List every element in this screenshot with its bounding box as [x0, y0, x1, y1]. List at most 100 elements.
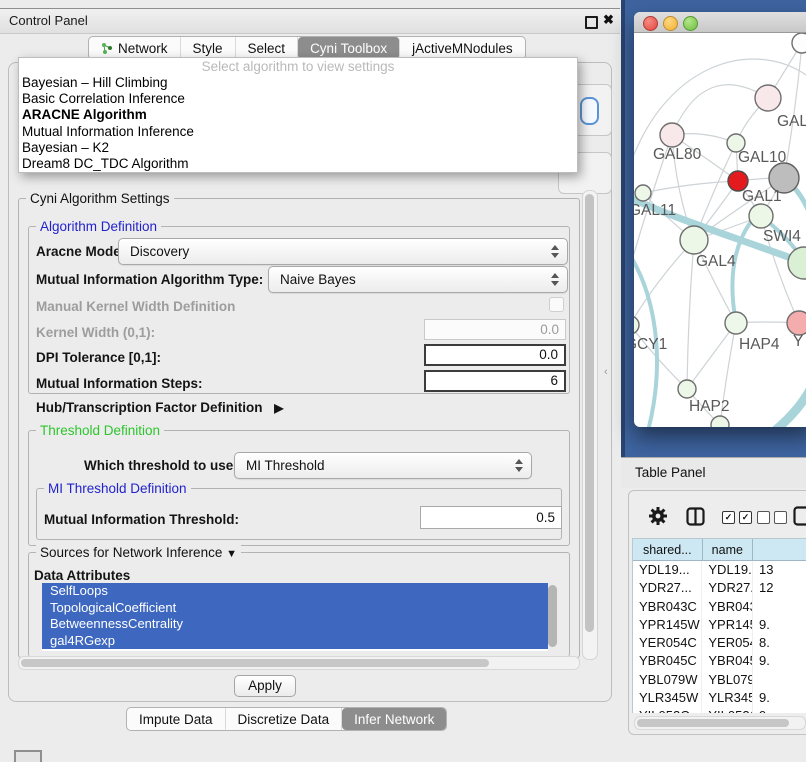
column-header-shared[interactable]: shared... [633, 539, 703, 561]
network-node-hap2[interactable] [678, 380, 696, 398]
tab-jactivemnodules[interactable]: jActiveMNodules [400, 37, 525, 59]
column-header-2[interactable] [753, 539, 806, 561]
table-row[interactable]: YIL052CYIL052C9. [633, 707, 806, 713]
unchecked-pair-icon[interactable] [757, 511, 787, 524]
which-threshold-select[interactable]: MI Threshold [234, 452, 532, 479]
tab-network[interactable]: Network [89, 37, 181, 59]
node-label-gal1: GAL1 [742, 188, 782, 205]
table-row[interactable]: YPR145WYPR145W9. [633, 616, 806, 634]
network-view-window[interactable]: GALGAL80GAL10GAL1GAL11SWI4GAL4GCY1HAP4YH… [634, 12, 806, 427]
algorithm-option-bayesian-k2[interactable]: Bayesian – K2 [19, 140, 577, 156]
network-edge [643, 181, 738, 193]
zoom-traffic-light-icon[interactable] [683, 16, 698, 31]
network-node-hap4[interactable] [725, 312, 747, 334]
minimized-panel-icon[interactable] [14, 750, 42, 762]
settings-hscrollbar-thumb[interactable] [21, 659, 489, 667]
table-cell: YLR345W [633, 689, 702, 707]
table-cell: 8. [753, 634, 806, 652]
close-traffic-light-icon[interactable] [643, 16, 658, 31]
tab-select[interactable]: Select [236, 37, 299, 59]
hub-section-label: Hub/Transcription Factor Definition [36, 400, 263, 415]
network-node-gal11[interactable] [635, 185, 651, 201]
table-row[interactable]: YLR345WYLR345W9. [633, 689, 806, 707]
table-row[interactable]: YDR27...YDR27...12 [633, 579, 806, 597]
settings-vscrollbar[interactable] [582, 190, 598, 660]
network-node-gal4[interactable] [680, 226, 708, 254]
network-node-gal[interactable] [755, 85, 781, 111]
manual-kernel-checkbox[interactable] [549, 297, 564, 312]
which-threshold-value: MI Threshold [246, 453, 325, 478]
collapse-arrow-icon[interactable]: ▼ [226, 548, 237, 560]
table-cell: YDL19... [702, 561, 753, 579]
network-graph-canvas[interactable]: GALGAL80GAL10GAL1GAL11SWI4GAL4GCY1HAP4YH… [634, 33, 806, 427]
dpi-tolerance-label: DPI Tolerance [0,1]: [36, 350, 161, 365]
settings-vscrollbar-thumb[interactable] [585, 194, 594, 632]
node-table[interactable]: shared...name YDL19...YDL19...13YDR27...… [632, 538, 806, 713]
network-node[interactable] [792, 33, 806, 53]
attributes-vscrollbar-thumb[interactable] [548, 585, 557, 647]
network-node[interactable] [711, 416, 729, 427]
table-cell: YIL052C [633, 707, 702, 713]
bottom-tab-impute-data[interactable]: Impute Data [127, 708, 226, 730]
checked-pair-icon[interactable]: ✓ ✓ [722, 511, 752, 524]
table-row[interactable]: YDL19...YDL19...13 [633, 561, 806, 579]
mi-steps-input[interactable]: 6 [424, 370, 566, 392]
columns-icon[interactable] [686, 507, 705, 526]
expand-arrow-icon[interactable]: ▶ [274, 401, 283, 415]
data-attributes-list[interactable]: SelfLoopsTopologicalCoefficientBetweenne… [42, 583, 548, 651]
algorithm-option-dream8-dc-tdc-algorithm[interactable]: Dream8 DC_TDC Algorithm [19, 156, 577, 172]
settings-group-title: Cyni Algorithm Settings [26, 191, 174, 206]
attribute-item-topologicalcoefficient[interactable]: TopologicalCoefficient [42, 600, 548, 617]
dpi-tolerance-input[interactable]: 0.0 [424, 344, 566, 366]
column-header-name[interactable]: name [703, 539, 753, 561]
splitter-handle-icon[interactable]: ‹ [604, 366, 608, 378]
table-row[interactable]: YBR043CYBR043C [633, 598, 806, 616]
table-cell: YBR045C [633, 652, 702, 670]
algorithm-option-mutual-information-inference[interactable]: Mutual Information Inference [19, 124, 577, 140]
table-row[interactable]: YBR045CYBR045C9. [633, 652, 806, 670]
tab-cyni-toolbox[interactable]: Cyni Toolbox [298, 37, 400, 59]
hub-section-toggle[interactable]: Hub/Transcription Factor Definition ▶ [36, 400, 284, 415]
checkbox-checked-icon: ✓ [722, 511, 735, 524]
tab-network-label: Network [118, 41, 168, 56]
mi-threshold-group-title: MI Threshold Definition [44, 481, 191, 496]
table-row[interactable]: YER054CYER054C8. [633, 634, 806, 652]
table-hscrollbar[interactable] [634, 716, 806, 730]
kernel-width-input[interactable]: 0.0 [424, 319, 566, 340]
combo-focus-spinner[interactable] [580, 97, 599, 125]
manual-kernel-label: Manual Kernel Width Definition [36, 299, 235, 314]
network-window-titlebar[interactable] [634, 12, 806, 33]
close-icon[interactable]: ✖ [603, 12, 614, 28]
network-node-y[interactable] [787, 311, 806, 335]
network-node-swi4[interactable] [788, 247, 806, 279]
attribute-item-selfloops[interactable]: SelfLoops [42, 583, 548, 600]
table-hscrollbar-thumb[interactable] [637, 719, 789, 727]
float-icon[interactable] [585, 16, 598, 29]
page-icon[interactable] [793, 506, 806, 526]
attribute-item-betweennesscentrality[interactable]: BetweennessCentrality [42, 616, 548, 633]
apply-button[interactable]: Apply [234, 675, 296, 697]
algorithm-option-aracne-algorithm[interactable]: ARACNE Algorithm [19, 107, 577, 123]
which-threshold-label: Which threshold to use: [84, 458, 238, 473]
table-row[interactable]: YBL079WYBL079W [633, 671, 806, 689]
bottom-tab-infer-network[interactable]: Infer Network [342, 708, 446, 730]
mi-threshold-input[interactable]: 0.5 [420, 506, 562, 529]
aracne-mode-select[interactable]: Discovery [118, 238, 568, 265]
mi-type-select[interactable]: Naive Bayes [268, 266, 568, 293]
network-node-gal80[interactable] [660, 123, 684, 147]
tab-style[interactable]: Style [181, 37, 236, 59]
sources-section-toggle[interactable]: Sources for Network Inference ▼ [36, 545, 241, 560]
network-node-gal1[interactable] [749, 204, 773, 228]
network-edge [687, 240, 694, 389]
table-cell: 13 [753, 561, 806, 579]
attribute-item-gal4rgexp[interactable]: gal4RGexp [42, 633, 548, 650]
minimize-traffic-light-icon[interactable] [663, 16, 678, 31]
aracne-mode-value: Discovery [130, 239, 189, 264]
settings-hscrollbar[interactable] [18, 656, 580, 670]
node-label-gal11: GAL11 [634, 202, 676, 219]
gear-icon[interactable] [648, 506, 668, 526]
network-node-gcy1[interactable] [634, 316, 639, 334]
algorithm-option-bayesian-hill-climbing[interactable]: Bayesian – Hill Climbing [19, 75, 577, 91]
algorithm-option-basic-correlation-inference[interactable]: Basic Correlation Inference [19, 91, 577, 107]
bottom-tab-discretize-data[interactable]: Discretize Data [226, 708, 343, 730]
